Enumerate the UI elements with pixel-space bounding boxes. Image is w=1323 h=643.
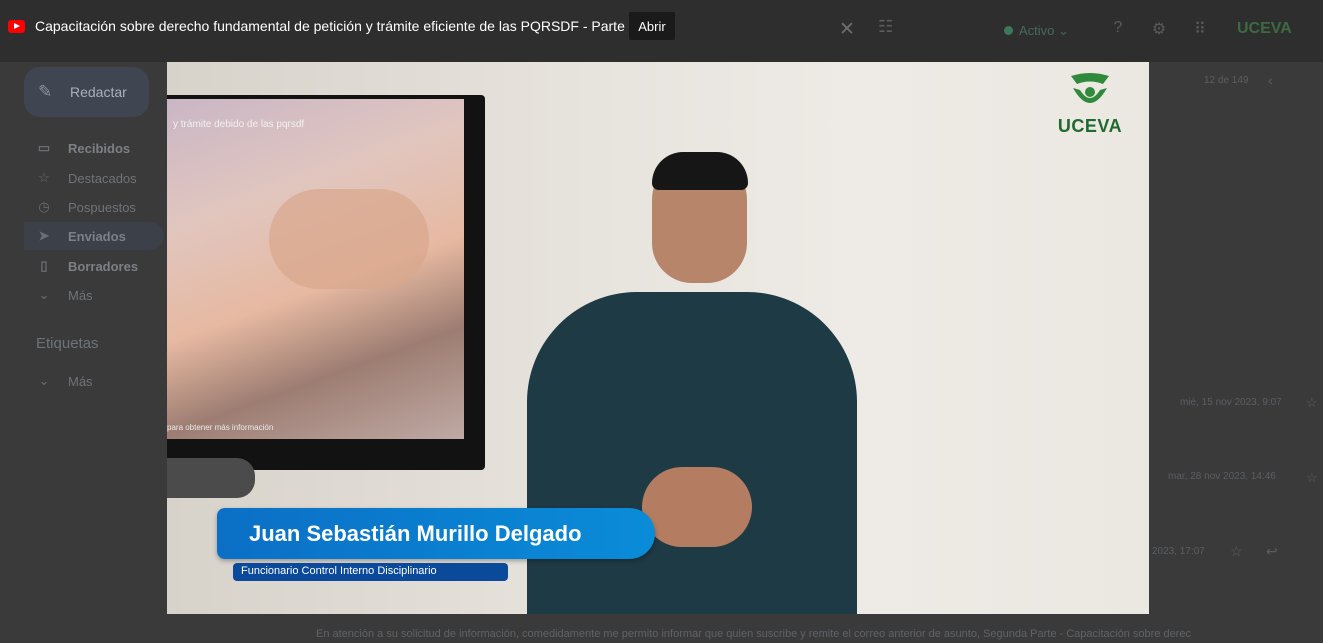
draft-icon: ▯ — [40, 258, 48, 273]
sidebar-item-drafts[interactable]: ▯ Borradores — [24, 252, 174, 280]
send-icon: ➤ — [38, 228, 50, 243]
star-icon[interactable]: ☆ — [1306, 470, 1318, 486]
uceva-logo-text: UCEVA — [1057, 116, 1123, 136]
chevron-left-icon[interactable]: ‹ — [1268, 72, 1273, 88]
tv-caption: y trámite debido de las pqrsdf — [173, 119, 305, 130]
sidebar-item-more[interactable]: ⌄ Más — [24, 281, 174, 309]
apps-grid-icon[interactable]: ⠿ — [1190, 19, 1210, 39]
compose-button[interactable]: ✎ Redactar — [24, 67, 149, 117]
status-label: Activo — [1019, 23, 1055, 38]
chevron-down-icon: ⌄ — [38, 287, 50, 302]
sidebar-item-label: Más — [68, 287, 93, 303]
star-icon: ☆ — [38, 170, 50, 185]
sidebar-item-sent[interactable]: ➤ Enviados — [24, 222, 164, 250]
gear-icon[interactable]: ⚙ — [1149, 19, 1169, 39]
message-preview-text: En atención a su solicitud de informació… — [316, 628, 1191, 640]
pencil-icon: ✎ — [38, 82, 53, 101]
presenter-name: Juan Sebastián Murillo Delgado — [249, 521, 582, 546]
message-date: mar, 28 nov 2023, 14:46 — [1168, 471, 1276, 482]
chevron-down-icon: ⌄ — [38, 373, 50, 388]
video-frame[interactable]: y trámite debido de las pqrsdf para obte… — [167, 62, 1149, 614]
sidebar-item-inbox[interactable]: ▭ Recibidos — [24, 134, 174, 162]
labels-title: Etiquetas — [36, 335, 99, 352]
speaker-device — [167, 458, 255, 498]
inbox-icon: ▭ — [37, 140, 51, 155]
message-counter: 12 de 149 — [1204, 75, 1249, 86]
labels-more[interactable]: ⌄ Más — [24, 367, 174, 395]
video-overlay-bar: Capacitación sobre derecho fundamental d… — [0, 9, 1323, 45]
sidebar-item-label: Destacados — [68, 170, 137, 186]
youtube-icon — [8, 20, 25, 33]
presenter-hair — [652, 152, 748, 190]
presenter-body — [527, 292, 857, 614]
presenter-hands — [642, 467, 752, 547]
compose-label: Redactar — [70, 84, 127, 100]
sidebar-item-label: Recibidos — [68, 140, 131, 156]
role-lower-third: Funcionario Control Interno Disciplinari… — [233, 563, 508, 581]
labels-more-label: Más — [68, 373, 93, 389]
help-icon[interactable]: ? — [1108, 19, 1128, 39]
handshake-image — [269, 189, 429, 289]
tv-screen-prop: y trámite debido de las pqrsdf para obte… — [167, 95, 485, 470]
name-lower-third: Juan Sebastián Murillo Delgado — [217, 508, 655, 559]
tv-screen-image: y trámite debido de las pqrsdf para obte… — [167, 99, 464, 439]
video-title: Capacitación sobre derecho fundamental d… — [35, 18, 637, 34]
message-date: 2023, 17:07 — [1152, 546, 1205, 557]
star-icon[interactable]: ☆ — [1306, 395, 1318, 411]
sidebar-item-starred[interactable]: ☆ Destacados — [24, 164, 174, 192]
sidebar-item-snoozed[interactable]: ◷ Pospuestos — [24, 193, 174, 221]
sidebar-item-label: Borradores — [68, 258, 139, 274]
status-indicator[interactable]: Activo ⌄ — [1004, 23, 1069, 39]
open-button[interactable]: Abrir — [629, 12, 675, 40]
clock-icon: ◷ — [38, 199, 50, 214]
uceva-mark-icon — [1071, 73, 1109, 103]
presenter-role: Funcionario Control Interno Disciplinari… — [241, 565, 437, 577]
sidebar-item-label: Enviados — [68, 228, 126, 244]
status-dot-icon — [1004, 26, 1013, 35]
brand-logo: UCEVA — [1237, 20, 1292, 37]
message-date: mié, 15 nov 2023, 9:07 — [1180, 397, 1282, 408]
star-icon[interactable]: ☆ — [1230, 543, 1243, 560]
tv-bottom-text: para obtener más información — [167, 423, 274, 432]
uceva-logo: UCEVA — [1049, 72, 1131, 154]
close-icon[interactable]: ✕ — [839, 18, 855, 41]
filter-icon[interactable]: ☷ — [878, 17, 893, 37]
sidebar-item-label: Pospuestos — [68, 199, 136, 215]
reply-icon[interactable]: ↩ — [1266, 543, 1278, 560]
